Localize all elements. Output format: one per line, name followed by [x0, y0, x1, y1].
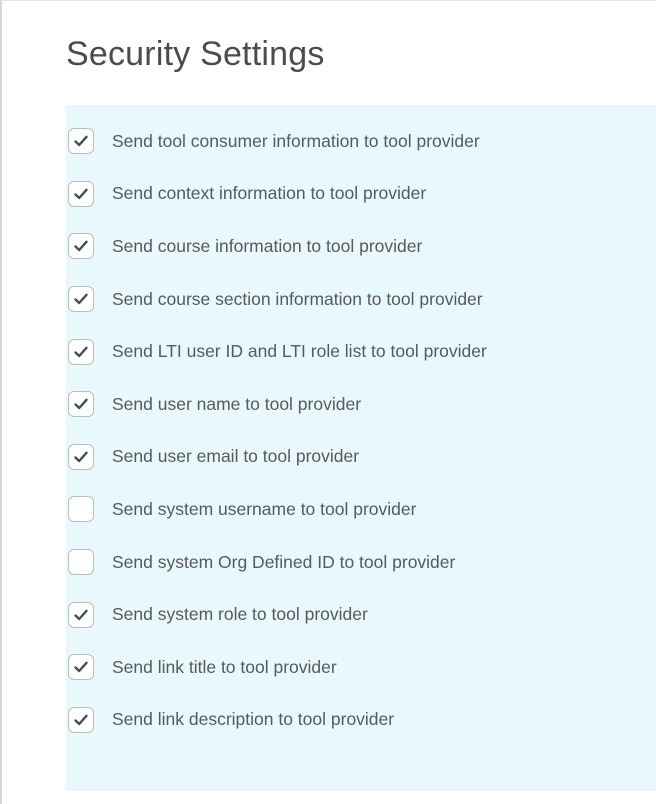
security-option-0[interactable]: Send tool consumer information to tool p… [66, 115, 487, 168]
checkbox[interactable] [68, 286, 94, 313]
checkmark-icon [74, 241, 88, 252]
option-label: Send system username to tool provider [112, 498, 417, 519]
option-label: Send user name to tool provider [112, 393, 362, 414]
option-label: Send course information to tool provider [112, 235, 423, 256]
security-option-8[interactable]: Send system Org Defined ID to tool provi… [66, 536, 487, 589]
security-option-6[interactable]: Send user email to tool provider [66, 431, 487, 484]
security-option-7[interactable]: Send system username to tool provider [66, 483, 487, 536]
security-option-2[interactable]: Send course information to tool provider [66, 220, 487, 273]
security-option-3[interactable]: Send course section information to tool … [66, 273, 487, 326]
option-label: Send tool consumer information to tool p… [112, 130, 480, 151]
checkmark-icon [74, 346, 88, 357]
checkbox[interactable] [68, 391, 94, 418]
checkmark-icon [74, 661, 88, 673]
security-options-panel: Send tool consumer information to tool p… [66, 105, 656, 791]
security-settings-page: Security Settings Send tool consumer inf… [0, 0, 656, 804]
security-options-list: Send tool consumer information to tool p… [66, 115, 487, 746]
checkmark-icon [74, 135, 88, 147]
checkmark-icon [74, 609, 88, 620]
security-option-1[interactable]: Send context information to tool provide… [66, 168, 487, 221]
security-option-5[interactable]: Send user name to tool provider [66, 378, 487, 431]
option-label: Send system role to tool provider [112, 604, 368, 625]
option-label: Send system Org Defined ID to tool provi… [112, 551, 456, 572]
checkbox[interactable] [68, 233, 94, 260]
option-label: Send LTI user ID and LTI role list to to… [112, 341, 487, 362]
option-label: Send course section information to tool … [112, 288, 483, 309]
security-option-11[interactable]: Send link description to tool provider [66, 694, 487, 747]
checkmark-icon [74, 293, 88, 305]
checkbox[interactable] [68, 654, 94, 681]
security-option-9[interactable]: Send system role to tool provider [66, 588, 487, 641]
security-option-4[interactable]: Send LTI user ID and LTI role list to to… [66, 325, 487, 378]
page-title: Security Settings [66, 35, 325, 73]
checkbox[interactable] [68, 601, 94, 628]
checkmark-icon [74, 451, 88, 463]
security-option-10[interactable]: Send link title to tool provider [66, 641, 487, 694]
checkmark-icon [74, 714, 88, 726]
option-label: Send link description to tool provider [112, 709, 395, 730]
checkmark-icon [74, 188, 88, 200]
checkbox[interactable] [68, 549, 94, 576]
checkbox[interactable] [68, 496, 94, 523]
option-label: Send user email to tool provider [112, 446, 360, 467]
checkbox[interactable] [68, 706, 94, 733]
checkbox[interactable] [68, 180, 94, 207]
checkbox[interactable] [68, 443, 94, 470]
checkmark-icon [74, 398, 88, 410]
checkbox[interactable] [68, 128, 94, 155]
option-label: Send context information to tool provide… [112, 183, 427, 204]
checkbox[interactable] [68, 338, 94, 365]
option-label: Send link title to tool provider [112, 656, 337, 677]
